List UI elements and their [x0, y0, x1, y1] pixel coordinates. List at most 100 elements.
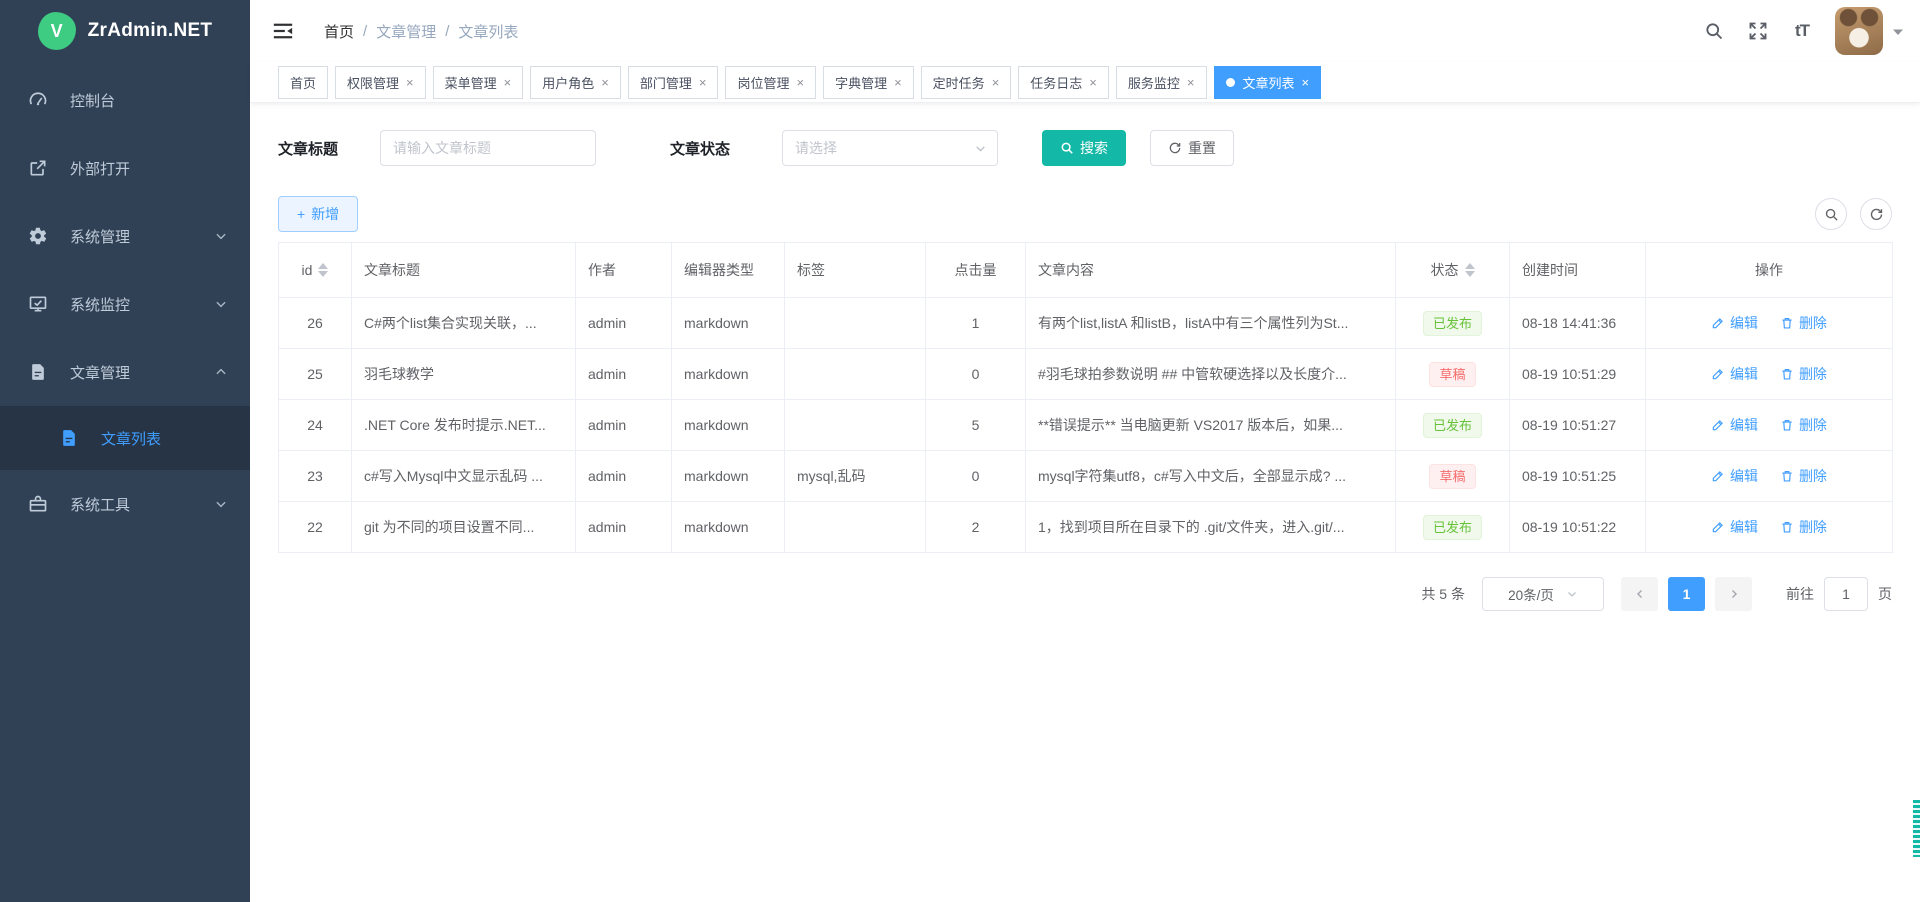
user-avatar[interactable] [1835, 7, 1883, 55]
reset-button[interactable]: 重置 [1150, 130, 1234, 166]
prev-page-button[interactable] [1621, 577, 1658, 611]
search-button[interactable]: 搜索 [1042, 130, 1126, 166]
tab-scheduled-tasks[interactable]: 定时任务× [921, 66, 1012, 99]
close-icon[interactable]: × [504, 76, 512, 89]
sidebar: V ZrAdmin.NET 控制台 外部打开 系统管理 [0, 0, 250, 902]
tab-dict-management[interactable]: 字典管理 × [823, 66, 914, 99]
table-row: 23 c#写入Mysql中文显示乱码 ... admin markdown my… [279, 451, 1893, 502]
sidebar-item-system-tools[interactable]: 系统工具 [0, 470, 250, 538]
edit-button[interactable]: 编辑 [1711, 313, 1758, 333]
tab-service-monitor[interactable]: 服务监控× [1116, 66, 1207, 99]
table-toolbar: + 新增 [278, 196, 1892, 232]
dashboard-icon [28, 90, 48, 110]
app-logo[interactable]: V ZrAdmin.NET [0, 0, 250, 62]
cell-title: 羽毛球教学 [352, 349, 576, 400]
sort-icon[interactable] [318, 263, 328, 277]
cell-tags [785, 400, 926, 451]
article-title-input[interactable] [380, 130, 596, 166]
refresh-table-button[interactable] [1860, 198, 1892, 230]
edit-button[interactable]: 编辑 [1711, 466, 1758, 486]
cell-status: 已发布 [1396, 400, 1510, 451]
delete-label: 删除 [1799, 466, 1827, 486]
table-row: 25 羽毛球教学 admin markdown 0 #羽毛球拍参数说明 ## 中… [279, 349, 1893, 400]
close-icon[interactable]: × [1302, 76, 1310, 89]
tab-user-role[interactable]: 用户角色× [530, 66, 621, 99]
article-status-label: 文章状态 [670, 138, 730, 159]
close-icon[interactable]: × [601, 76, 609, 89]
fullscreen-icon[interactable] [1747, 20, 1769, 42]
column-header-id[interactable]: id [279, 243, 352, 298]
column-header-status[interactable]: 状态 [1396, 243, 1510, 298]
delete-button[interactable]: 删除 [1780, 466, 1827, 486]
app-window: V ZrAdmin.NET 控制台 外部打开 系统管理 [0, 0, 1920, 902]
tab-department-management[interactable]: 部门管理× [628, 66, 719, 99]
sort-icon[interactable] [1465, 263, 1475, 277]
breadcrumb-separator: / [445, 23, 449, 40]
table-header-row: id 文章标题 作者 编辑器类型 标签 点击量 文章内容 状态 创建时间 操作 [279, 243, 1893, 298]
page-size-select[interactable]: 20条/页 [1482, 577, 1604, 611]
column-label: 操作 [1755, 262, 1783, 278]
cell-author: admin [576, 400, 672, 451]
cell-created: 08-19 10:51:22 [1510, 502, 1646, 553]
menu-fold-icon[interactable] [272, 20, 294, 42]
chevron-down-icon [214, 497, 228, 511]
column-header-created: 创建时间 [1510, 243, 1646, 298]
column-label: id [302, 262, 313, 278]
edit-button[interactable]: 编辑 [1711, 415, 1758, 435]
close-icon[interactable]: × [796, 76, 804, 89]
next-page-button[interactable] [1715, 577, 1752, 611]
search-icon[interactable] [1703, 20, 1725, 42]
cell-clicks: 0 [926, 349, 1026, 400]
close-icon[interactable]: × [699, 76, 707, 89]
delete-button[interactable]: 删除 [1780, 517, 1827, 537]
sidebar-item-article-list[interactable]: 文章列表 [0, 406, 250, 470]
goto-page-input[interactable] [1824, 577, 1868, 611]
sidebar-item-dashboard[interactable]: 控制台 [0, 66, 250, 134]
caret-down-icon[interactable] [1892, 25, 1904, 37]
articles-table: id 文章标题 作者 编辑器类型 标签 点击量 文章内容 状态 创建时间 操作 [278, 242, 1893, 553]
tab-home[interactable]: 首页 [278, 66, 328, 99]
breadcrumb-article-management[interactable]: 文章管理 [376, 21, 436, 42]
close-icon[interactable]: × [992, 76, 1000, 89]
cell-status: 已发布 [1396, 298, 1510, 349]
sidebar-item-system-management[interactable]: 系统管理 [0, 202, 250, 270]
main-area: 首页 / 文章管理 / 文章列表 tT 首 [250, 0, 1920, 902]
delete-icon [1780, 367, 1794, 381]
close-icon[interactable]: × [1187, 76, 1195, 89]
add-button[interactable]: + 新增 [278, 196, 358, 232]
delete-button[interactable]: 删除 [1780, 313, 1827, 333]
edit-label: 编辑 [1730, 466, 1758, 486]
tab-post-management[interactable]: 岗位管理 × [725, 66, 816, 99]
cell-actions: 编辑 删除 [1646, 400, 1893, 451]
delete-button[interactable]: 删除 [1780, 415, 1827, 435]
tab-permission-management[interactable]: 权限管理× [335, 66, 426, 99]
chevron-up-icon [214, 365, 228, 379]
tab-label: 字典管理 [835, 73, 887, 92]
page-number-button[interactable]: 1 [1668, 577, 1705, 611]
sidebar-item-external-open[interactable]: 外部打开 [0, 134, 250, 202]
font-size-icon[interactable]: tT [1791, 20, 1813, 42]
close-icon[interactable]: × [1089, 76, 1097, 89]
document-icon [59, 428, 79, 448]
edit-label: 编辑 [1730, 364, 1758, 384]
sidebar-item-article-management[interactable]: 文章管理 [0, 338, 250, 406]
sidebar-item-system-monitor[interactable]: 系统监控 [0, 270, 250, 338]
delete-icon [1780, 316, 1794, 330]
tab-article-list[interactable]: 文章列表× [1214, 66, 1322, 99]
gear-icon [28, 226, 48, 246]
tab-label: 岗位管理 [737, 73, 789, 92]
tab-menu-management[interactable]: 菜单管理× [433, 66, 524, 99]
toggle-search-button[interactable] [1815, 198, 1847, 230]
close-icon[interactable]: × [406, 76, 414, 89]
edit-button[interactable]: 编辑 [1711, 364, 1758, 384]
edit-button[interactable]: 编辑 [1711, 517, 1758, 537]
delete-label: 删除 [1799, 517, 1827, 537]
breadcrumb-home[interactable]: 首页 [324, 21, 354, 42]
close-icon[interactable]: × [894, 76, 902, 89]
article-status-select[interactable]: 请选择 [782, 130, 998, 166]
scrollbar-thumb[interactable] [1913, 800, 1920, 857]
navbar-actions: tT [1703, 7, 1904, 55]
cell-id: 24 [279, 400, 352, 451]
tab-task-logs[interactable]: 任务日志× [1018, 66, 1109, 99]
delete-button[interactable]: 删除 [1780, 364, 1827, 384]
